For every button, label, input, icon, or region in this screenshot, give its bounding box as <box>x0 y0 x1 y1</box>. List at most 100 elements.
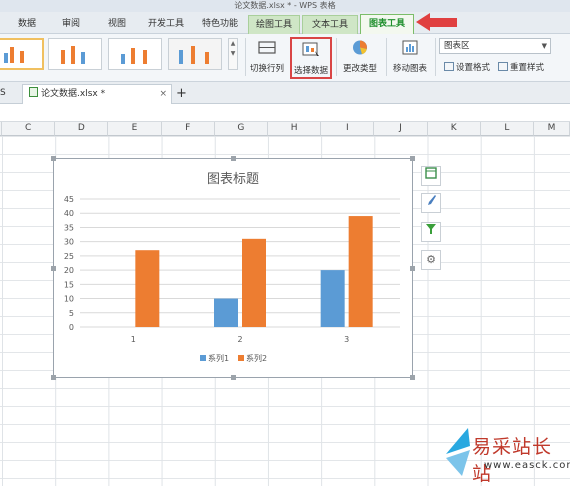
column-header-g[interactable]: G <box>214 122 268 136</box>
reset-style-button[interactable]: 重置样式 <box>498 61 544 75</box>
window-title: 论文数据.xlsx * - WPS 表格 <box>234 1 336 10</box>
column-header-l[interactable]: L <box>480 122 534 136</box>
title-bar: 论文数据.xlsx * - WPS 表格 <box>0 0 570 12</box>
doc-tab-active[interactable]: 论文数据.xlsx * × <box>22 84 172 104</box>
switch-row-column-button[interactable]: 切换行列 <box>246 37 288 79</box>
legend-label: 系列1 <box>208 353 229 363</box>
resize-handle[interactable] <box>231 156 236 161</box>
bar-系列2-2[interactable] <box>242 238 266 327</box>
column-header-f[interactable]: F <box>161 122 215 136</box>
column-header-e[interactable]: E <box>108 122 162 136</box>
format-setting-button[interactable]: 设置格式 <box>444 61 490 75</box>
resize-handle[interactable] <box>51 375 56 380</box>
legend-swatch <box>238 355 244 361</box>
switch-row-column-label: 切换行列 <box>249 64 284 74</box>
ribbon-tab-row: 数据 审阅 视图 开发工具 特色功能 绘图工具 文本工具 图表工具 <box>0 12 570 35</box>
filter-icon <box>426 224 436 234</box>
change-type-button[interactable]: 更改类型 <box>338 37 382 79</box>
chart-style-button[interactable] <box>421 193 441 213</box>
resize-handle[interactable] <box>51 266 56 271</box>
y-tick-label: 25 <box>64 252 74 261</box>
ribbon-separator <box>336 38 337 76</box>
chevron-down-icon: ▼ <box>541 42 547 50</box>
chart-filter-button[interactable] <box>421 222 441 242</box>
column-header-h[interactable]: H <box>268 122 322 136</box>
y-tick-label: 40 <box>64 209 74 218</box>
chart-settings-button[interactable]: ⚙ <box>421 250 441 270</box>
move-chart-icon <box>402 40 418 55</box>
tab-text-tools[interactable]: 文本工具 <box>302 15 358 34</box>
ribbon-separator <box>386 38 387 76</box>
chart-elements-button[interactable] <box>421 166 441 186</box>
chart-svg: 图表标题 0 5 10 15 20 25 30 35 40 45 1 2 3 系列1 系列2 <box>64 172 400 363</box>
column-header-j[interactable]: J <box>374 122 428 136</box>
close-icon[interactable]: × <box>159 85 167 104</box>
formula-bar-area <box>0 104 570 122</box>
tab-chart-tools[interactable]: 图表工具 <box>360 14 414 35</box>
y-tick-label: 30 <box>64 238 74 247</box>
column-header-i[interactable]: I <box>321 122 375 136</box>
chart-style-thumb-2[interactable] <box>48 38 102 70</box>
y-tick-label: 0 <box>69 323 74 332</box>
column-header-m[interactable]: M <box>534 122 570 136</box>
bar-系列2-1[interactable] <box>135 250 160 327</box>
doc-tab-filename: 论文数据.xlsx * <box>41 89 106 99</box>
document-tab-bar: S 论文数据.xlsx * × + <box>0 82 570 104</box>
gear-icon: ⚙ <box>426 253 436 266</box>
annotation-arrow-head <box>416 13 430 31</box>
ribbon-separator <box>435 38 436 76</box>
spreadsheet-file-icon <box>29 87 38 97</box>
resize-handle[interactable] <box>410 266 415 271</box>
chart-element-select[interactable]: 图表区 ▼ <box>439 38 551 54</box>
change-type-label: 更改类型 <box>342 64 377 74</box>
chart-style-thumb-3[interactable] <box>108 38 162 70</box>
tab-data[interactable]: 数据 <box>8 15 46 34</box>
tab-review[interactable]: 审阅 <box>52 15 90 34</box>
bar-系列1-3[interactable] <box>320 270 345 327</box>
chart-element-select-value: 图表区 <box>444 41 470 51</box>
y-tick-label: 20 <box>64 266 74 275</box>
reset-icon <box>498 62 508 71</box>
resize-handle[interactable] <box>410 156 415 161</box>
chevron-down-icon[interactable]: ▼ <box>229 49 237 59</box>
y-tick-label: 10 <box>64 295 74 304</box>
plot-area[interactable]: 0 5 10 15 20 25 30 35 40 45 1 2 3 <box>64 195 400 344</box>
chart-elements-icon <box>425 167 437 179</box>
select-data-icon <box>302 42 319 56</box>
y-tick-label: 15 <box>64 280 74 289</box>
resize-handle[interactable] <box>51 156 56 161</box>
chart-area[interactable]: 图表标题 0 5 10 15 20 25 30 35 40 45 1 2 3 系列1 系列2 <box>53 158 413 378</box>
format-setting-label: 设置格式 <box>456 63 491 73</box>
tab-view[interactable]: 视图 <box>98 15 136 34</box>
resize-handle[interactable] <box>410 375 415 380</box>
chart-style-thumb-1[interactable] <box>0 38 44 70</box>
watermark: 易采站长站 www.easck.com <box>444 424 570 486</box>
pie-chart-icon <box>353 40 367 55</box>
brush-icon <box>428 195 436 205</box>
new-tab-button[interactable]: + <box>176 84 190 104</box>
column-header-d[interactable]: D <box>55 122 109 136</box>
tab-drawing-tools[interactable]: 绘图工具 <box>248 15 300 34</box>
select-data-button[interactable]: 选择数据 <box>290 37 332 79</box>
watermark-text: 易采站长站 <box>472 436 553 485</box>
legend-label: 系列2 <box>246 353 267 363</box>
chart-style-thumb-4[interactable] <box>168 38 222 70</box>
y-tick-label: 45 <box>64 195 74 204</box>
column-header-c[interactable]: C <box>2 122 56 136</box>
move-chart-label: 移动图表 <box>392 64 427 74</box>
switch-rowcol-icon <box>258 41 276 54</box>
y-tick-label: 5 <box>69 309 74 318</box>
chevron-up-icon[interactable]: ▲ <box>229 39 237 49</box>
bar-系列1-2[interactable] <box>214 298 238 327</box>
move-chart-button[interactable]: 移动图表 <box>388 37 432 79</box>
previous-doc-tab[interactable]: S <box>0 84 20 104</box>
x-tick-label: 1 <box>131 335 136 344</box>
gallery-scroll[interactable]: ▲ ▼ <box>228 38 238 70</box>
column-header-k[interactable]: K <box>427 122 481 136</box>
bar-系列2-3[interactable] <box>348 216 373 327</box>
tab-features[interactable]: 特色功能 <box>196 15 244 34</box>
tab-developer[interactable]: 开发工具 <box>142 15 190 34</box>
chart-title[interactable]: 图表标题 <box>207 172 259 187</box>
chart-legend[interactable]: 系列1 系列2 <box>200 353 267 363</box>
resize-handle[interactable] <box>231 375 236 380</box>
